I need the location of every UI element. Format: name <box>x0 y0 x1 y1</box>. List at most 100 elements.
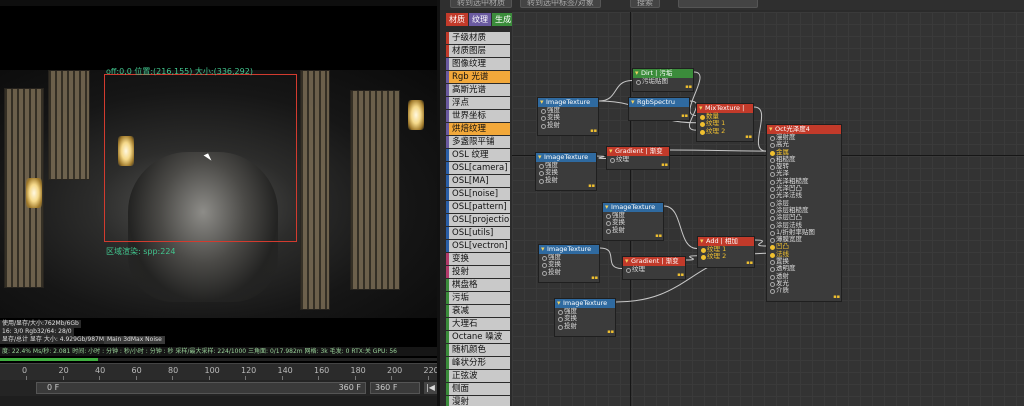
node-image3[interactable]: ImageTexture强度变换投射▪▪ <box>602 202 664 241</box>
category-item[interactable]: Octane 噪波 <box>446 331 510 343</box>
goto-selected-tag-button[interactable]: 转到选中标签/对象 <box>520 0 601 8</box>
stat-line2: 16: 3/0 Rgb32/64: 28/0 <box>0 328 74 336</box>
timeline-tick-label: 180 <box>350 366 366 375</box>
node-image1[interactable]: ImageTexture强度变换投射▪▪ <box>537 97 599 136</box>
category-item[interactable]: OSL[pattern] <box>446 201 510 213</box>
node-resize-handle-icon[interactable]: ▪▪ <box>746 260 753 266</box>
render-viewport[interactable]: off:0,0 位置:(216,155) 大小:(336,292) 区域渲染: … <box>0 0 437 406</box>
goto-selected-material-button[interactable]: 转到选中材质 <box>450 0 512 8</box>
node-add[interactable]: Add | 相加纹理 1纹理 2▪▪ <box>697 236 755 268</box>
render-progress-bar <box>0 358 437 361</box>
node-mix[interactable]: MixTexture |数量纹理 1纹理 2▪▪ <box>696 103 754 142</box>
node-image4[interactable]: ImageTexture强度变换投射▪▪ <box>538 244 600 283</box>
timeline-ruler[interactable]: 020406080100120140160180200220240 <box>0 363 438 381</box>
category-item[interactable]: 污垢 <box>446 292 510 304</box>
stat-summary-bar: 度: 22.4% Ms/秒: 2.081 时间: 小时 : 分钟 : 秒/小时 … <box>0 347 437 356</box>
node-gradient1[interactable]: Gradient | 渐变纹理▪▪ <box>606 146 670 171</box>
category-item[interactable]: 侧面 <box>446 383 510 395</box>
timeline-tick-label: 20 <box>58 366 69 375</box>
category-item[interactable]: 漫射 <box>446 396 510 406</box>
category-item[interactable]: 峰状分形 <box>446 357 510 369</box>
frame-range-slider[interactable]: 0 F 360 F <box>36 382 366 394</box>
render-stats: 使用/显存/大小:762Mb/6Gb 16: 3/0 Rgb32/64: 28/… <box>0 316 437 360</box>
category-item[interactable]: OSL[camera] <box>446 162 510 174</box>
timeline-tick-label: 100 <box>204 366 220 375</box>
node-resize-handle-icon[interactable]: ▪▪ <box>591 275 598 281</box>
goto-start-icon[interactable]: |◀ <box>424 382 437 394</box>
node-editor: 转到选中材质 转到选中标签/对象 搜索 材质纹理生成OSL映射其他发光介质C4D… <box>437 0 1024 406</box>
category-item[interactable]: 世界坐标 <box>446 110 510 122</box>
node-input-port[interactable]: 投射 <box>555 322 615 330</box>
category-item[interactable]: 正弦波 <box>446 370 510 382</box>
node-image5[interactable]: ImageTexture强度变换投射▪▪ <box>554 298 616 337</box>
node-resize-handle-icon[interactable]: ▪▪ <box>661 162 668 168</box>
node-input-port[interactable]: 污垢贴图 <box>633 77 693 86</box>
lamp-left <box>26 178 42 208</box>
node-rgbspec[interactable]: RgbSpectru ▪▪ <box>628 97 690 121</box>
node-octane[interactable]: Oct光泽度4漫射度高光金属粗糙度旋转光泽光泽粗糙度光泽凹凸光泽法线涂层涂层粗糙… <box>766 124 842 302</box>
node-image2[interactable]: ImageTexture强度变换投射▪▪ <box>535 152 597 191</box>
node-resize-handle-icon[interactable]: ▪▪ <box>681 113 688 119</box>
category-item[interactable]: 棋盘格 <box>446 279 510 291</box>
node-resize-handle-icon[interactable]: ▪▪ <box>685 84 692 90</box>
category-item[interactable]: 烘焙纹理 <box>446 123 510 135</box>
search-button[interactable]: 搜索 <box>630 0 660 8</box>
category-item[interactable]: 随机颜色 <box>446 344 510 356</box>
filter-tab[interactable]: 材质 <box>446 13 468 26</box>
timeline-tick-label: 140 <box>277 366 293 375</box>
node-dirt[interactable]: Dirt | 污垢污垢贴图▪▪ <box>632 68 694 93</box>
frame-end-value: 360 F <box>338 383 361 392</box>
node-input-port[interactable]: 投射 <box>603 226 663 234</box>
shoji-window-right <box>300 70 330 310</box>
category-item[interactable]: 子级材质 <box>446 32 510 44</box>
node-resize-handle-icon[interactable]: ▪▪ <box>745 134 752 140</box>
render-region-box[interactable] <box>104 74 297 242</box>
category-item[interactable]: 大理石 <box>446 318 510 330</box>
category-item[interactable]: 多盏限平铺 <box>446 136 510 148</box>
node-title[interactable]: RgbSpectru <box>629 98 689 107</box>
lamp-right <box>408 100 424 130</box>
category-item[interactable]: OSL 纹理 <box>446 149 510 161</box>
node-gradient2[interactable]: Gradient | 渐变纹理▪▪ <box>622 256 686 281</box>
render-progress-fill <box>0 358 98 361</box>
editor-top-buttons: 转到选中材质 转到选中标签/对象 搜索 <box>440 0 1024 10</box>
filter-tab[interactable]: 纹理 <box>469 13 491 26</box>
node-resize-handle-icon[interactable]: ▪▪ <box>590 128 597 134</box>
node-resize-handle-icon[interactable]: ▪▪ <box>607 329 614 335</box>
node-resize-handle-icon[interactable]: ▪▪ <box>833 294 840 300</box>
node-resize-handle-icon[interactable]: ▪▪ <box>655 233 662 239</box>
node-input-port[interactable]: 纹理 <box>607 155 669 164</box>
region-spp-label: 区域渲染: spp:224 <box>106 247 176 256</box>
category-item[interactable]: 浮点 <box>446 97 510 109</box>
category-item[interactable]: 材质图层 <box>446 45 510 57</box>
category-item[interactable]: OSL[MA] <box>446 175 510 187</box>
node-input-port[interactable]: 纹理 <box>623 265 685 274</box>
category-item[interactable]: 投射 <box>446 266 510 278</box>
category-item[interactable]: OSL[vectron] <box>446 240 510 252</box>
timeline-tick-label: 220 <box>423 366 438 375</box>
filter-tab[interactable]: 生成 <box>492 13 514 26</box>
category-item[interactable]: 变换 <box>446 253 510 265</box>
noise-tab[interactable]: Main 3dMax Noise <box>104 336 165 344</box>
region-info-label: off:0,0 位置:(216,155) 大小:(336,292) <box>106 67 253 76</box>
category-item[interactable]: 衰减 <box>446 305 510 317</box>
node-input-port[interactable]: 介质 <box>767 286 841 295</box>
category-item[interactable]: OSL[projection] <box>446 214 510 226</box>
timeline-tick-label: 200 <box>387 366 403 375</box>
category-item[interactable]: OSL[noise] <box>446 188 510 200</box>
node-resize-handle-icon[interactable]: ▪▪ <box>588 183 595 189</box>
frame-end-field[interactable]: 360 F <box>370 382 420 394</box>
timeline-tick-label: 0 <box>22 366 28 375</box>
category-item[interactable]: OSL[utils] <box>446 227 510 239</box>
category-item[interactable]: 图像纹理 <box>446 58 510 70</box>
node-resize-handle-icon[interactable]: ▪▪ <box>677 272 684 278</box>
node-input-port[interactable]: 投射 <box>539 268 599 276</box>
category-item[interactable]: 高斯光谱 <box>446 84 510 96</box>
node-input-port[interactable]: 投射 <box>536 176 596 184</box>
category-item[interactable]: Rgb 光谱 <box>446 71 510 83</box>
timeline-tick-label: 60 <box>131 366 142 375</box>
search-input[interactable] <box>678 0 758 8</box>
bottom-strip <box>0 396 437 406</box>
shoji-window-far-right <box>350 90 400 290</box>
node-input-port[interactable]: 投射 <box>538 121 598 129</box>
